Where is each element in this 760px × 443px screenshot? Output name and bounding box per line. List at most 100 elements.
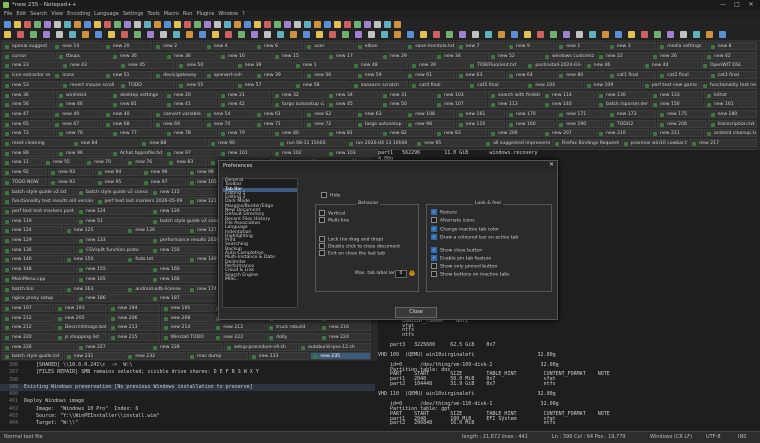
- tab[interactable]: new 72: [304, 119, 354, 128]
- tab[interactable]: new 194: [107, 303, 160, 312]
- tab[interactable]: new 207: [542, 129, 595, 138]
- tab[interactable]: batch style guide v2 console format.txt: [76, 187, 149, 196]
- tab[interactable]: new 228: [150, 342, 223, 351]
- tab[interactable]: new 150: [63, 255, 125, 264]
- tab[interactable]: new 95: [414, 139, 483, 147]
- close-button[interactable]: Close: [395, 307, 437, 318]
- toolbar-button[interactable]: [344, 21, 351, 28]
- toolbar-button[interactable]: [719, 31, 726, 38]
- tab[interactable]: new 34: [434, 51, 487, 60]
- tab[interactable]: TOB/Fluorient.txt: [467, 61, 525, 70]
- tab[interactable]: new 40: [102, 109, 153, 118]
- checkbox-checked-icon[interactable]: ✓: [431, 226, 437, 232]
- tab[interactable]: android-adb-license: [125, 284, 186, 293]
- tab[interactable]: dolly: [266, 333, 319, 341]
- tab[interactable]: new 39: [254, 71, 304, 80]
- tab[interactable]: new 62: [704, 51, 757, 60]
- checkbox-empty-icon[interactable]: [319, 210, 325, 216]
- toolbar-button[interactable]: [214, 21, 221, 28]
- tab[interactable]: new 44: [641, 61, 699, 70]
- tab[interactable]: new 21: [218, 90, 271, 99]
- tab[interactable]: new 62: [304, 109, 354, 118]
- toolbar-button[interactable]: [147, 31, 154, 38]
- tab[interactable]: new 73: [2, 129, 55, 138]
- toolbar-button[interactable]: [4, 21, 11, 28]
- menu-item-search[interactable]: Search: [30, 11, 47, 17]
- tab[interactable]: MainMenu.cpp: [2, 274, 75, 283]
- tab[interactable]: new 93: [48, 177, 94, 186]
- tab[interactable]: autobuild-ipvs-12.sh: [298, 342, 371, 351]
- option-checkbox[interactable]: Alternate icons: [431, 217, 475, 224]
- tab[interactable]: new 81: [110, 100, 163, 109]
- toolbar-button[interactable]: [82, 31, 89, 38]
- tab[interactable]: Descriidimage.bat: [54, 323, 107, 332]
- tab[interactable]: new 190: [556, 119, 606, 128]
- toolbar-button[interactable]: [384, 21, 391, 28]
- tab[interactable]: new 16: [218, 51, 271, 60]
- tab[interactable]: icon extractor resize.png: [2, 71, 52, 80]
- tab[interactable]: new 79: [218, 129, 271, 138]
- menu-item-settings[interactable]: Settings: [123, 11, 144, 17]
- toolbar-button[interactable]: [194, 21, 201, 28]
- toolbar-button[interactable]: [576, 31, 583, 38]
- checkbox-empty-icon[interactable]: [431, 217, 437, 223]
- toolbar-button[interactable]: [680, 31, 687, 38]
- toolbar-button[interactable]: [164, 21, 171, 28]
- tab[interactable]: new 4: [203, 42, 253, 50]
- tab[interactable]: new 98: [405, 119, 455, 128]
- toolbar-button[interactable]: [154, 21, 161, 28]
- help-hint-icon[interactable]: (?): [409, 270, 415, 276]
- tab[interactable]: new 70: [84, 158, 125, 167]
- tab[interactable]: new 52: [488, 51, 541, 60]
- tab[interactable]: fodo.txt: [125, 255, 186, 264]
- tab[interactable]: cursor: [2, 51, 55, 60]
- option-checkbox[interactable]: ✓ Draw a coloured bar on active tab: [431, 234, 518, 241]
- option-checkbox[interactable]: Lock (no drag and drop): [319, 236, 383, 243]
- toolbar-button[interactable]: [54, 21, 61, 28]
- tab[interactable]: new 231: [63, 352, 125, 361]
- toolbar-button[interactable]: [511, 31, 518, 38]
- menu-item-encoding[interactable]: Encoding: [67, 11, 90, 17]
- toolbar-button[interactable]: [238, 31, 245, 38]
- tab[interactable]: new 89: [2, 148, 55, 157]
- tab[interactable]: new 195: [160, 303, 213, 312]
- tab[interactable]: convert variable definition: [153, 109, 203, 118]
- tab[interactable]: new 130: [596, 90, 649, 99]
- tab[interactable]: batch.bin: [2, 284, 63, 293]
- tab[interactable]: new 136: [2, 245, 75, 254]
- tab[interactable]: new 163: [63, 284, 125, 293]
- tab[interactable]: new 205: [54, 313, 107, 322]
- toolbar-button[interactable]: [64, 21, 71, 28]
- toolbar-button[interactable]: [667, 31, 674, 38]
- tab[interactable]: openwrt-ssh: [203, 71, 253, 80]
- toolbar-button[interactable]: [174, 21, 181, 28]
- tab[interactable]: new 7: [455, 42, 505, 50]
- option-checkbox[interactable]: ✓ Show close button: [431, 247, 482, 254]
- tab[interactable]: winlinkid: [56, 90, 109, 99]
- toolbar-button[interactable]: [394, 21, 401, 28]
- tab[interactable]: new 63: [455, 71, 505, 80]
- menu-item--[interactable]: ?: [242, 11, 245, 17]
- tab[interactable]: new 150: [650, 100, 703, 109]
- tab[interactable]: new 46: [583, 61, 641, 70]
- tab[interactable]: new 43: [60, 61, 118, 70]
- toolbar-button[interactable]: [134, 31, 141, 38]
- toolbar-button[interactable]: [244, 21, 251, 28]
- tab[interactable]: nginx proxy setup: [2, 294, 75, 303]
- tab[interactable]: targo autosetup v23: [272, 100, 325, 109]
- close-window-button[interactable]: ✕: [744, 0, 758, 10]
- tab[interactable]: cat1 final: [606, 71, 657, 80]
- tab[interactable]: new 23: [2, 61, 60, 70]
- tab[interactable]: sane-mentale.txt: [405, 42, 455, 50]
- tab[interactable]: new 83: [434, 129, 487, 138]
- tab[interactable]: Winstall TODO: [160, 333, 213, 341]
- tab[interactable]: new 115: [150, 187, 223, 196]
- tab[interactable]: new 3: [606, 42, 657, 50]
- dialog-close-icon[interactable]: ✕: [549, 161, 554, 168]
- tab[interactable]: search with findstr, perf text result 20…: [488, 90, 541, 99]
- toolbar-button[interactable]: [394, 31, 401, 38]
- checkbox-empty-icon[interactable]: [431, 271, 437, 277]
- tab[interactable]: new 20: [164, 90, 217, 99]
- tab[interactable]: new 88: [139, 139, 208, 147]
- tab[interactable]: new 226: [2, 342, 75, 351]
